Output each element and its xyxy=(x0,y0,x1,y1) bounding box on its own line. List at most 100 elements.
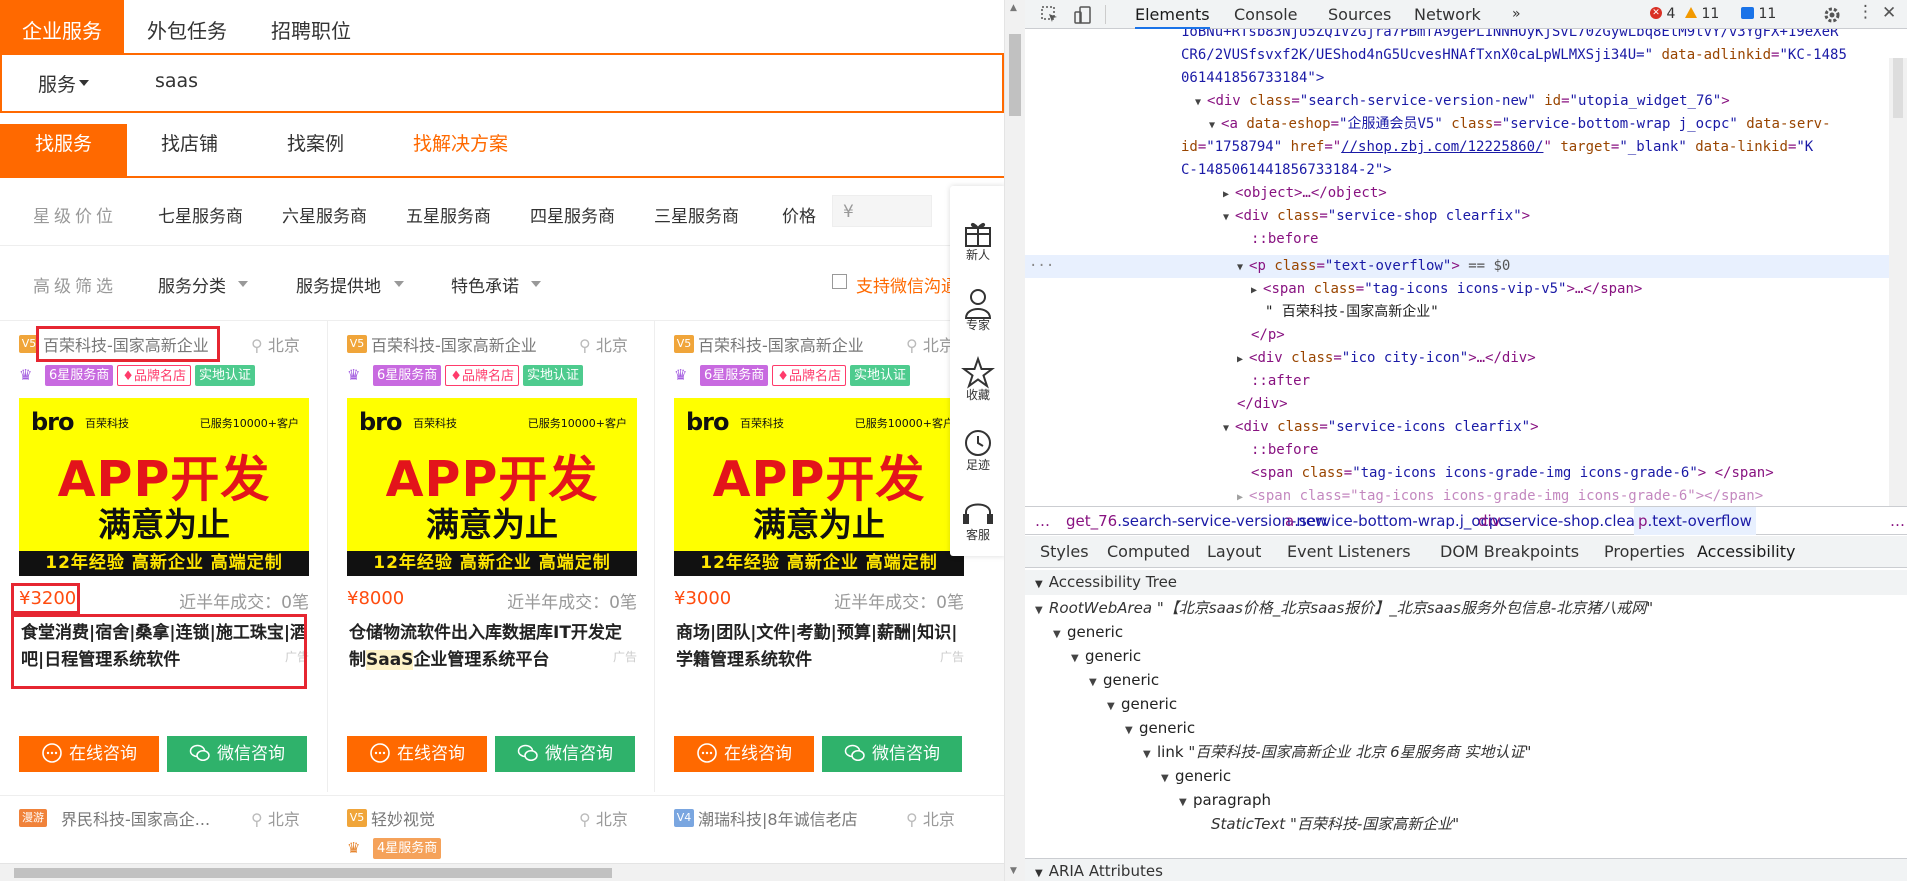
subtab-find-service[interactable]: 找服务 xyxy=(0,124,127,177)
tab-computed[interactable]: Computed xyxy=(1107,536,1190,568)
dom-pseudo[interactable]: ::before xyxy=(1251,228,1318,251)
tab-accessibility[interactable]: Accessibility xyxy=(1697,536,1796,570)
shop-name[interactable]: 轻妙视觉 xyxy=(371,806,435,830)
tab-console[interactable]: Console xyxy=(1234,0,1298,29)
dom-pseudo[interactable]: ::after xyxy=(1251,370,1310,393)
accessibility-tree-header[interactable]: ▼ Accessibility Tree xyxy=(1025,570,1907,595)
expand-triangle-icon[interactable]: ▶ xyxy=(1237,348,1249,371)
tab-enterprise-service[interactable]: 企业服务 xyxy=(0,0,124,53)
filter-four-star[interactable]: 四星服务商 xyxy=(530,202,615,227)
dom-line[interactable]: </div> xyxy=(1237,393,1288,416)
price-min-input[interactable]: ¥ xyxy=(832,195,932,227)
ax-node-link[interactable]: ▼ link "百荣科技-国家高新企业 北京 6星服务商 实地认证" xyxy=(1143,740,1531,764)
expand-triangle-icon[interactable]: ▼ xyxy=(1237,256,1249,279)
search-category-select[interactable]: 服务 xyxy=(38,70,76,97)
dom-href-link[interactable]: //shop.zbj.com/12225860/ xyxy=(1341,139,1543,155)
ax-node[interactable]: ▼ generic xyxy=(1089,668,1159,692)
expand-triangle-icon[interactable]: ▼ xyxy=(1223,417,1235,440)
ax-node[interactable]: ▼ generic xyxy=(1125,716,1195,740)
dom-node-selected[interactable]: ▼ <p class="text-overflow"> == $0 xyxy=(1237,255,1510,278)
wechat-consult-button[interactable]: 微信咨询 xyxy=(167,736,307,772)
dom-line[interactable]: </p> xyxy=(1251,324,1285,347)
tab-outsourcing-tasks[interactable]: 外包任务 xyxy=(147,0,227,53)
online-consult-button[interactable]: 在线咨询 xyxy=(674,736,814,772)
wechat-consult-button[interactable]: 微信咨询 xyxy=(822,736,962,772)
filter-six-star[interactable]: 六星服务商 xyxy=(282,202,367,227)
dom-line[interactable]: 1oBNu+RTsb83NjU5ZQ1VzGjra7PBmfA9gePL1NNH… xyxy=(1181,29,1838,44)
service-card[interactable]: V5 轻妙视觉 ⚲ 北京 ♛ 4星服务商 xyxy=(347,800,677,870)
sidebar-item-expert[interactable]: 专家 xyxy=(950,286,1004,333)
dom-line[interactable]: 061441856733184"> xyxy=(1181,67,1324,90)
expand-triangle-icon[interactable]: ▶ xyxy=(1251,279,1263,302)
sidebar-item-customer-service[interactable]: 客服 xyxy=(950,496,1004,543)
tab-properties[interactable]: Properties xyxy=(1604,536,1685,568)
service-card[interactable]: V5 百荣科技-国家高新企业 ⚲ 北京 ♛ 6星服务商 ♦品牌名店 实地认证 bro … xyxy=(347,320,677,792)
service-banner-image[interactable]: bro 百荣科技 已服务10000+客户 APP开发 满意为止 12年经验 高新… xyxy=(19,398,309,576)
scrollbar-thumb[interactable] xyxy=(1893,58,1903,118)
aria-attributes-header[interactable]: ▼ ARIA Attributes xyxy=(1025,858,1907,881)
tab-elements[interactable]: Elements xyxy=(1135,0,1210,29)
tab-layout[interactable]: Layout xyxy=(1207,536,1261,568)
dropdown-service-category[interactable]: 服务分类 xyxy=(158,272,226,297)
dom-line[interactable]: C-1485061441856733184-2"> xyxy=(1181,159,1392,182)
dom-line[interactable]: id="1758794" href="//shop.zbj.com/122258… xyxy=(1181,136,1813,159)
horizontal-scrollbar[interactable] xyxy=(0,863,1004,881)
ax-node[interactable]: ▼ generic xyxy=(1161,764,1231,788)
expand-triangle-icon[interactable]: ▼ xyxy=(1223,206,1235,229)
ax-node[interactable]: ▼ generic xyxy=(1107,692,1177,716)
breadcrumb-item[interactable]: div.service-shop.clearfix xyxy=(1478,507,1659,535)
service-banner-image[interactable]: bro 百荣科技 已服务10000+客户 APP开发 满意为止 12年经验 高新… xyxy=(674,398,964,576)
breadcrumb-item[interactable]: a.service-bottom-wrap.j_ocpc xyxy=(1285,507,1507,535)
dom-text-node[interactable]: " 百荣科技-国家高新企业" xyxy=(1265,301,1439,324)
dropdown-special-promise[interactable]: 特色承诺 xyxy=(451,272,519,297)
ax-node[interactable]: ▼ generic xyxy=(1053,620,1123,644)
subtab-find-solution[interactable]: 找解决方案 xyxy=(413,124,508,177)
dropdown-service-location[interactable]: 服务提供地 xyxy=(296,272,381,297)
messages-count[interactable]: 11 xyxy=(1741,4,1776,25)
dom-node[interactable]: ▶ <object>…</object> xyxy=(1223,182,1387,205)
subtab-find-shop[interactable]: 找店铺 xyxy=(161,124,218,177)
tab-event-listeners[interactable]: Event Listeners xyxy=(1287,536,1411,568)
ax-node[interactable]: ▼ paragraph xyxy=(1179,788,1271,812)
service-card[interactable]: V4 潮瑞科技|8年诚信老店 ⚲ 北京 xyxy=(674,800,1004,870)
inspect-element-icon[interactable] xyxy=(1040,5,1060,25)
breadcrumb-item[interactable]: … xyxy=(1890,507,1905,535)
filter-five-star[interactable]: 五星服务商 xyxy=(406,202,491,227)
dom-node[interactable]: ▼ <div class="service-icons clearfix"> xyxy=(1223,416,1539,439)
wechat-checkbox-label[interactable]: 支持微信沟通 xyxy=(856,272,958,297)
more-tabs-icon[interactable]: » xyxy=(1512,0,1521,29)
scroll-down-icon[interactable]: ▼ xyxy=(1010,866,1017,876)
gear-icon[interactable] xyxy=(1822,5,1842,25)
sidebar-item-newbie[interactable]: 新人 xyxy=(950,216,1004,263)
service-banner-image[interactable]: bro 百荣科技 已服务10000+客户 APP开发 满意为止 12年经验 高新… xyxy=(347,398,637,576)
dom-node[interactable]: ▶ <span class="tag-icons icons-vip-v5">…<… xyxy=(1251,278,1642,301)
scroll-up-icon[interactable]: ▲ xyxy=(1010,3,1017,13)
shop-name[interactable]: 界民科技-国家高企... xyxy=(61,806,210,830)
shop-name[interactable]: 百荣科技-国家高新企业 xyxy=(698,332,864,356)
service-title[interactable]: 仓储物流软件出入库数据库IT开发定制SaaS企业管理系统平台 xyxy=(349,620,637,674)
elements-scrollbar[interactable] xyxy=(1889,58,1907,506)
shop-name[interactable]: 潮瑞科技|8年诚信老店 xyxy=(698,806,858,830)
expand-triangle-icon[interactable]: ▶ xyxy=(1237,486,1249,506)
ax-node-statictext[interactable]: StaticText "百荣科技-国家高新企业" xyxy=(1211,812,1459,836)
dom-node[interactable]: ▼ <div class="search-service-version-new"… xyxy=(1195,90,1730,113)
search-input[interactable]: saas xyxy=(155,70,198,92)
sidebar-item-history[interactable]: 足迹 xyxy=(950,426,1004,473)
scrollbar-thumb[interactable] xyxy=(1009,34,1021,116)
dom-line[interactable]: CR6/2VUSfsvxf2K/UEShod4nG5UcvesHNAfTxnX0… xyxy=(1181,44,1847,67)
tab-network[interactable]: Network xyxy=(1414,0,1481,29)
dom-node[interactable]: ▼ <div class="service-shop clearfix"> xyxy=(1223,205,1530,228)
dom-node[interactable]: ▶ <div class="ico city-icon">…</div> xyxy=(1237,347,1536,370)
filter-three-star[interactable]: 三星服务商 xyxy=(654,202,739,227)
close-icon[interactable]: ✕ xyxy=(1882,3,1896,23)
vertical-scrollbar[interactable]: ▲ ▼ xyxy=(1004,0,1025,881)
tab-dom-breakpoints[interactable]: DOM Breakpoints xyxy=(1440,536,1579,568)
expand-triangle-icon[interactable]: ▶ xyxy=(1223,183,1235,206)
breadcrumb-item[interactable]: … xyxy=(1035,507,1050,535)
online-consult-button[interactable]: 在线咨询 xyxy=(347,736,487,772)
dom-node[interactable]: ▶ <span class="tag-icons icons-grade-img … xyxy=(1237,485,1763,506)
wechat-consult-button[interactable]: 微信咨询 xyxy=(495,736,635,772)
tab-sources[interactable]: Sources xyxy=(1328,0,1391,29)
kebab-menu-icon[interactable]: ⋮ xyxy=(1857,2,1874,22)
dom-pseudo[interactable]: ::before xyxy=(1251,439,1318,462)
